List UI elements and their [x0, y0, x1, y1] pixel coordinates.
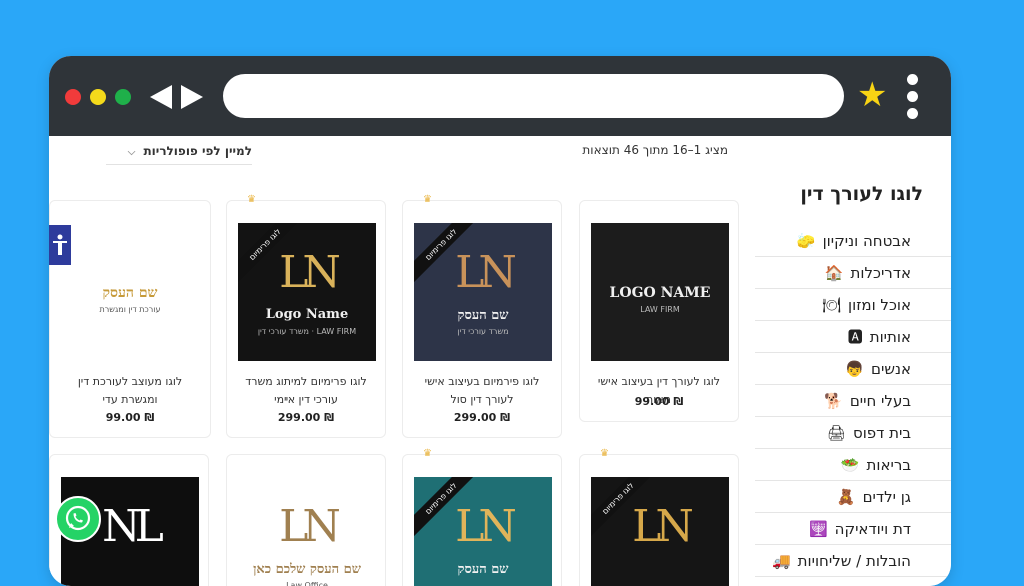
logo-name: שם העסק שלכם כאן [253, 562, 361, 577]
product-title[interactable]: לוגו פרימיום למיתוג משרד עורכי דין אײמי [235, 373, 377, 409]
page-content: מציג 1–16 מתוך 46 תוצאות למיין לפי פופול… [49, 136, 951, 586]
crown-icon: ♛ [600, 448, 609, 459]
sidebar-title: לוגו לעורך דין [800, 183, 923, 205]
product-card[interactable]: שם העסק עורכת דין ומגשרת לוגו מעוצב לעורכת… [49, 200, 211, 438]
category-item[interactable]: אנשים 👦 [755, 353, 951, 385]
chevron-down-icon: ⌵ [127, 147, 136, 158]
category-icon: 👦 [845, 359, 865, 378]
sort-dropdown[interactable]: למיין לפי פופולריות ⌵ [106, 144, 252, 165]
product-price: ₪ 99.00 [634, 395, 684, 408]
accessibility-icon[interactable] [49, 225, 71, 265]
product-image[interactable]: שם העסק עורכת דין ומגשרת [61, 223, 199, 361]
product-price: ₪ 299.00 [277, 411, 335, 424]
category-item[interactable]: אדריכלות 🏠 [755, 257, 951, 289]
address-bar[interactable] [223, 74, 844, 118]
logo-subtitle: LAW FIRM · משרד עורכי דין [257, 327, 357, 336]
product-card[interactable]: ♛ LN שם העסק משרד עורכי דין לוגו פרימיום לוגו… [402, 194, 562, 438]
forward-arrow-icon[interactable] [181, 85, 203, 109]
logo-name: שם העסק [457, 308, 509, 323]
product-title[interactable]: לוגו מעוצב לעורכת דין ומגשרת עדי [58, 373, 202, 409]
logo-name: שם העסק [457, 562, 509, 577]
category-label: בעלי חיים [849, 391, 911, 410]
logo-monogram: LN [279, 501, 341, 552]
category-item[interactable]: אותיות 🅰 [755, 321, 951, 353]
product-price: ₪ 99.00 [105, 411, 155, 424]
category-item[interactable]: גן ילדים 🧸 [755, 481, 951, 513]
category-icon: 🏠 [824, 263, 844, 282]
browser-window: ★ מציג 1–16 מתוך 46 תוצאות למיין לפי פופ… [49, 56, 951, 586]
category-item[interactable]: אבטחה וניקיון 🧽 [755, 225, 951, 257]
category-label: אותיות [869, 327, 911, 346]
category-item[interactable]: אוכל ומזון 🍽 [755, 289, 951, 321]
product-card[interactable]: ♛ LN לוגו פרימיום [579, 448, 739, 586]
category-label: גן ילדים [862, 487, 911, 506]
category-item[interactable]: בית דפוס 🖨 [755, 417, 951, 449]
product-title[interactable]: לוגו פירמיום בעיצוב אישי לעורך דין סול [411, 373, 553, 409]
category-icon: 🧽 [796, 231, 816, 250]
close-window-button[interactable] [65, 89, 81, 105]
category-icon: 🅰 [847, 328, 863, 346]
product-price: ₪ 299.00 [453, 411, 511, 424]
category-icon: 🖨 [826, 423, 846, 442]
product-image[interactable]: LN שם העסק שלכם כאן Law Office [238, 477, 376, 586]
product-image[interactable]: LN Logo Name LAW FIRM · משרד עורכי דין לוגו… [238, 223, 376, 361]
logo-name: Logo Name [265, 307, 349, 322]
product-image[interactable]: LOGO NAME LAW FIRM [591, 223, 729, 361]
logo-subtitle: LAW FIRM [640, 305, 680, 314]
category-item[interactable]: דת ויודאיקה 🕎 [755, 513, 951, 545]
whatsapp-icon[interactable] [55, 496, 101, 542]
category-label: דת ויודאיקה [834, 519, 911, 538]
kebab-menu-icon[interactable] [905, 74, 919, 120]
sort-label: למיין לפי פופולריות [143, 144, 252, 158]
logo-name: LOGO NAME [609, 285, 711, 301]
category-item[interactable]: הובלות / שליחויות 🚚 [755, 545, 951, 577]
browser-toolbar: ★ [49, 56, 951, 136]
category-label: אוכל ומזון [848, 295, 911, 314]
category-icon: 🚚 [771, 551, 791, 570]
category-label: אבטחה וניקיון [822, 231, 911, 250]
product-card[interactable]: ♛ LN שם העסק לוגו פרימיום [402, 448, 562, 586]
crown-icon: ♛ [423, 194, 432, 205]
product-image[interactable]: LN לוגו פרימיום [591, 477, 729, 586]
logo-subtitle: Law Office [286, 581, 328, 586]
logo-subtitle: עורכת דין ומגשרת [99, 305, 161, 314]
product-card[interactable]: LN שם העסק שלכם כאן Law Office [226, 454, 386, 586]
product-image[interactable]: LN שם העסק לוגו פרימיום [414, 477, 552, 586]
category-label: הובלות / שליחויות [797, 551, 911, 570]
category-label: בריאות [866, 455, 911, 474]
category-icon: 🧸 [836, 487, 856, 506]
crown-icon: ♛ [423, 448, 432, 459]
crown-icon: ♛ [247, 194, 256, 205]
category-icon: 🕎 [808, 519, 828, 538]
product-card[interactable]: LOGO NAME LAW FIRM לוגו לעורך דין בעיצוב א… [579, 200, 739, 422]
category-label: בית דפוס [852, 423, 911, 442]
star-icon[interactable]: ★ [857, 78, 887, 112]
category-list: אבטחה וניקיון 🧽 אדריכלות 🏠 אוכל ומזון 🍽 אותיות… [755, 225, 951, 577]
product-card[interactable]: ♛ LN Logo Name LAW FIRM · משרד עורכי דין לוג… [226, 194, 386, 438]
logo-subtitle: משרד עורכי דין [457, 327, 509, 336]
category-item[interactable]: בעלי חיים 🐕 [755, 385, 951, 417]
category-label: אדריכלות [850, 263, 911, 282]
minimize-window-button[interactable] [90, 89, 106, 105]
category-icon: 🍽 [821, 295, 842, 314]
category-icon: 🐕 [824, 391, 843, 410]
results-count: מציג 1–16 מתוך 46 תוצאות [582, 143, 728, 157]
logo-name: שם העסק [102, 285, 158, 301]
category-label: אנשים [871, 359, 911, 378]
category-item[interactable]: בריאות 🥗 [755, 449, 951, 481]
category-icon: 🥗 [840, 455, 860, 474]
maximize-window-button[interactable] [115, 89, 131, 105]
back-arrow-icon[interactable] [150, 85, 172, 109]
product-image[interactable]: LN שם העסק משרד עורכי דין לוגו פרימיום [414, 223, 552, 361]
